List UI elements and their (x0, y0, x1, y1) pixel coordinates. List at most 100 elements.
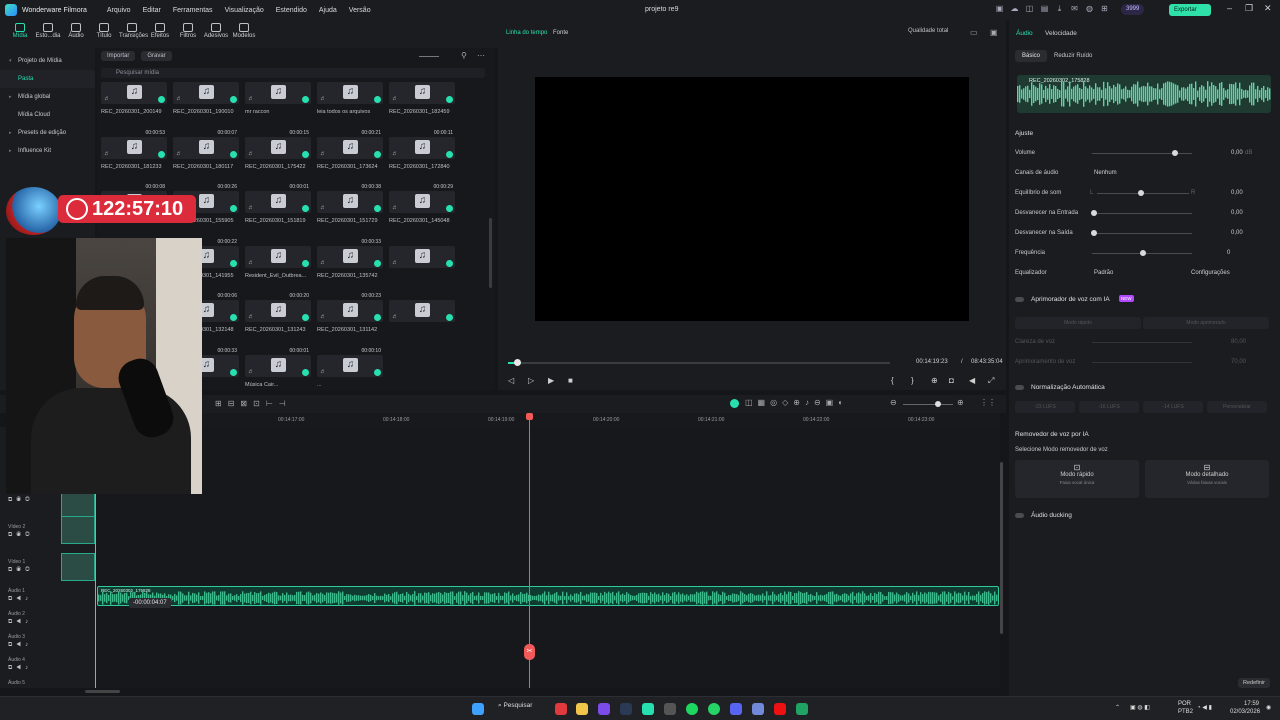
tab-templates[interactable]: Modelos (231, 20, 257, 48)
tab-filters[interactable]: Filtros (175, 20, 201, 48)
steam-icon[interactable] (620, 703, 632, 715)
media-item[interactable]: 00:00:01 ♫ ♬ REC_20260301_151819 (245, 184, 311, 243)
media-item[interactable]: 00:00:11 ♫ ♬ REC_20260301_172840 (389, 130, 455, 189)
fade-out-value[interactable]: 0,00 (1231, 230, 1243, 236)
close-icon[interactable]: ✕ (1264, 3, 1272, 14)
media-item[interactable]: 00:00:38 ♫ ♬ REC_20260301_151729 (317, 184, 383, 243)
fade-out-slider[interactable] (1092, 233, 1192, 234)
cloud-icon[interactable]: ☁ (1010, 4, 1019, 13)
preview-screen[interactable] (535, 77, 969, 321)
ai-icon[interactable] (730, 399, 739, 408)
media-item[interactable]: ♫ ♬ REC_20260301_190010 (173, 82, 239, 134)
menu-edit[interactable]: Editar (143, 7, 161, 14)
taskbar-search[interactable]: ⌕ Pesquisar (498, 702, 532, 710)
download-icon[interactable]: ⤓ (1055, 4, 1064, 13)
tab-audio[interactable]: Áudio (63, 20, 89, 48)
filter-icon[interactable]: ⚲ (461, 51, 467, 60)
tab-timeline[interactable]: Linha do tempo (506, 30, 547, 36)
menu-extended[interactable]: Estendido (276, 7, 307, 14)
media-item[interactable]: ♫ ♬ (389, 245, 455, 298)
fade-in-value[interactable]: 0,00 (1231, 210, 1243, 216)
timeline-ruler[interactable]: 00:14:17:00 00:14:18:00 00:14:19:00 00:1… (95, 413, 1000, 427)
media-item[interactable]: 00:00:07 ♫ ♬ REC_20260301_180117 (173, 130, 239, 189)
brave-icon[interactable] (555, 703, 567, 715)
zoom-in-icon[interactable]: ⊕ (957, 398, 964, 407)
snapshot-icon[interactable]: ▭ (970, 28, 978, 37)
media-item[interactable]: 00:00:33 ♫ ♬ REC_20260301_135742 (317, 239, 383, 298)
clock-time[interactable]: 17:59 (1244, 701, 1259, 707)
media-item[interactable]: ♫ ♬ REC_20260301_200149 (101, 82, 167, 134)
image-icon[interactable]: ▣ (990, 28, 998, 37)
media-scrollbar[interactable] (489, 218, 492, 288)
timeline-zoom-slider[interactable] (903, 404, 953, 405)
shop-icon[interactable]: ⊞ (1100, 4, 1109, 13)
sidebar-item-cloud-media[interactable]: Mídia Cloud (0, 106, 95, 124)
subtab-basic[interactable]: Básico (1015, 50, 1048, 62)
speaker-icon[interactable]: ◀ (969, 376, 975, 385)
track-tools-icon[interactable]: ◫▦◎◇⊕♪⊖▣◐ (745, 398, 848, 407)
reset-button[interactable]: Redefinir (1238, 678, 1271, 688)
sidebar-item-global-media[interactable]: ▸ Mídia global (0, 88, 95, 106)
lufs-custom-button[interactable]: Personalizar (1207, 401, 1267, 413)
tracks-scrollbar[interactable] (1000, 462, 1003, 634)
track-controls[interactable]: ⧉◉◎ (8, 567, 34, 574)
lufs-14-button[interactable]: -14 LUFS (1143, 401, 1203, 413)
menu-version[interactable]: Versão (349, 7, 371, 14)
maximize-icon[interactable]: ❐ (1245, 3, 1253, 14)
beautify-slider[interactable] (1092, 362, 1192, 363)
app-icon[interactable] (664, 703, 676, 715)
tab-effects[interactable]: Efeitos (147, 20, 173, 48)
ducking-toggle[interactable] (1015, 513, 1024, 518)
menu-view[interactable]: Visualização (225, 7, 264, 14)
feedback-icon[interactable]: ◫ (1025, 4, 1034, 13)
search-input[interactable]: Pesquisar mídia (101, 68, 485, 78)
track-controls[interactable]: ⧉◀♪ (8, 665, 32, 672)
grid-icon[interactable]: ⋮⋮ (980, 398, 996, 407)
track-controls[interactable]: ⧉◀♪ (8, 642, 32, 649)
clarity-slider[interactable] (1092, 342, 1192, 343)
play-back-icon[interactable]: ▷ (528, 376, 534, 385)
clock-date[interactable]: 02/03/2026 (1230, 709, 1260, 715)
media-item[interactable]: ♫ ♬ Resident_Evil_Outbrea... (245, 245, 311, 298)
preview-scrubber[interactable] (508, 362, 890, 364)
scrubber-knob[interactable] (514, 359, 521, 366)
record-button[interactable]: Gravar (141, 51, 172, 61)
fullscreen-icon[interactable]: ⤢ (988, 376, 994, 386)
language-2[interactable]: PTB2 (1178, 709, 1193, 715)
filmora-icon[interactable] (642, 703, 654, 715)
media-item[interactable]: 00:00:23 ♫ ♬ REC_20260301_131142 (317, 293, 383, 352)
whatsapp-icon[interactable] (708, 703, 720, 715)
sidebar-item-influence-kit[interactable]: ▸ Influence Kit (0, 142, 95, 160)
import-button[interactable]: Importar (101, 51, 136, 61)
volume-knob[interactable] (1172, 150, 1178, 156)
ai-voice-toggle[interactable] (1015, 297, 1024, 302)
tab-transitions[interactable]: Transições (119, 20, 148, 48)
mark-in-icon[interactable]: { (891, 376, 894, 385)
playhead-handle[interactable] (526, 413, 533, 420)
more-icon[interactable]: ⋯ (477, 51, 485, 60)
step-back-icon[interactable]: ◁ (508, 376, 514, 385)
fade-in-slider[interactable] (1092, 213, 1192, 214)
detailed-mode-card[interactable]: ⊟ Modo detalhado Várias faixas vocais (1145, 460, 1269, 498)
balance-knob[interactable] (1138, 190, 1144, 196)
lufs-16-button[interactable]: -16 LUFS (1079, 401, 1139, 413)
fast-mode-card[interactable]: ⊡ Modo rápido Faixa vocal única (1015, 460, 1139, 498)
media-item[interactable]: ♫ ♬ leia todos os arquivos (317, 82, 383, 134)
menu-tools[interactable]: Ferramentas (173, 7, 213, 14)
sidebar-item-project-media[interactable]: ▾ Projeto de Mídia (0, 52, 95, 70)
balance-value[interactable]: 0,00 (1231, 190, 1243, 196)
chevron-up-icon[interactable]: ⌃ (1115, 704, 1120, 711)
media-item[interactable]: ♫ ♬ mr raccon (245, 82, 311, 134)
subtab-noise[interactable]: Reduzir Ruído (1047, 50, 1099, 62)
headset-icon[interactable]: ◍ (1085, 4, 1094, 13)
mode-fast-button[interactable]: Modo rápido (1015, 317, 1141, 329)
timeline-zoom-knob[interactable] (935, 401, 941, 407)
track-controls[interactable]: ⧉◉◎ (8, 532, 34, 539)
channels-dropdown[interactable]: Nenhum (1094, 170, 1117, 176)
pitch-value[interactable]: 0 (1227, 250, 1230, 256)
audio-clip[interactable]: REC_20260302_175828 (97, 586, 999, 606)
mail-icon[interactable]: ✉ (1070, 4, 1079, 13)
edit-tools-icon[interactable]: ⊞⊟⊠⊡⊢⊣ (215, 399, 292, 408)
minimize-icon[interactable]: – (1227, 3, 1232, 13)
media-item[interactable]: 00:00:29 ♫ ♬ REC_20260301_145048 (389, 184, 455, 243)
